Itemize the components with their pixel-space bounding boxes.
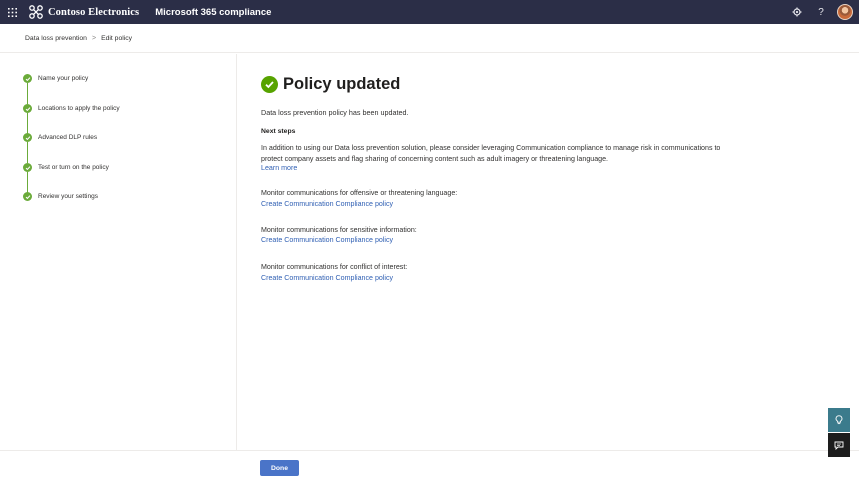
check-icon [23, 192, 32, 201]
step-label: Review your settings [38, 193, 98, 200]
support-assistant-button[interactable] [828, 408, 850, 432]
step-name-your-policy[interactable]: Name your policy [23, 74, 88, 83]
avatar[interactable] [837, 4, 853, 20]
footer-bar: Done [0, 450, 859, 483]
step-connector [27, 113, 29, 134]
create-cc-policy-link-sensitive[interactable]: Create Communication Compliance policy [261, 236, 393, 244]
create-cc-policy-link-conflict[interactable]: Create Communication Compliance policy [261, 274, 393, 282]
check-icon [23, 133, 32, 142]
done-button[interactable]: Done [260, 460, 299, 476]
step-label: Advanced DLP rules [38, 134, 98, 141]
step-label: Name your policy [38, 75, 89, 82]
next-steps-paragraph: In addition to using our Data loss preve… [261, 144, 721, 163]
monitor-conflict-text: Monitor communications for conflict of i… [261, 263, 408, 271]
lightbulb-icon [835, 415, 843, 425]
main-content: Policy updated Data loss prevention poli… [261, 74, 821, 282]
check-icon [23, 163, 32, 172]
app-name[interactable]: Microsoft 365 compliance [155, 7, 271, 18]
status-message: Data loss prevention policy has been upd… [261, 108, 409, 117]
gear-icon[interactable] [785, 0, 809, 24]
success-check-icon [261, 75, 278, 93]
org-name: Contoso Electronics [48, 6, 140, 18]
learn-more-link[interactable]: Learn more [261, 164, 297, 172]
step-test-or-turn-on[interactable]: Test or turn on the policy [23, 163, 109, 172]
next-steps-heading: Next steps [261, 128, 296, 135]
step-label: Locations to apply the policy [38, 105, 120, 112]
breadcrumb-item-edit-policy: Edit policy [101, 34, 133, 42]
step-label: Test or turn on the policy [38, 164, 109, 171]
breadcrumb: Data loss prevention > Edit policy [0, 24, 859, 53]
top-bar: Contoso Electronics Microsoft 365 compli… [0, 0, 859, 24]
monitor-offensive-text: Monitor communications for offensive or … [261, 189, 458, 197]
contoso-logo-icon [29, 5, 43, 19]
step-review-settings[interactable]: Review your settings [23, 192, 98, 201]
breadcrumb-item-dlp[interactable]: Data loss prevention [25, 35, 87, 42]
monitor-sensitive-text: Monitor communications for sensitive inf… [261, 226, 417, 234]
check-icon [23, 104, 32, 113]
title-row: Policy updated [261, 74, 821, 94]
step-connector [27, 172, 29, 193]
breadcrumb-separator: > [91, 34, 97, 42]
step-connector [27, 142, 29, 163]
page-title: Policy updated [283, 74, 401, 93]
app-launcher-icon[interactable] [0, 0, 24, 24]
step-locations[interactable]: Locations to apply the policy [23, 104, 120, 113]
check-icon [23, 74, 32, 83]
step-advanced-dlp-rules[interactable]: Advanced DLP rules [23, 133, 97, 142]
wizard-steps-panel: Name your policy Locations to apply the … [0, 54, 237, 450]
create-cc-policy-link-offensive[interactable]: Create Communication Compliance policy [261, 200, 393, 208]
chat-icon [834, 441, 844, 450]
feedback-button[interactable] [828, 433, 850, 457]
help-icon[interactable]: ? [809, 0, 833, 24]
org-brand[interactable]: Contoso Electronics [28, 0, 139, 24]
step-connector [27, 83, 29, 104]
